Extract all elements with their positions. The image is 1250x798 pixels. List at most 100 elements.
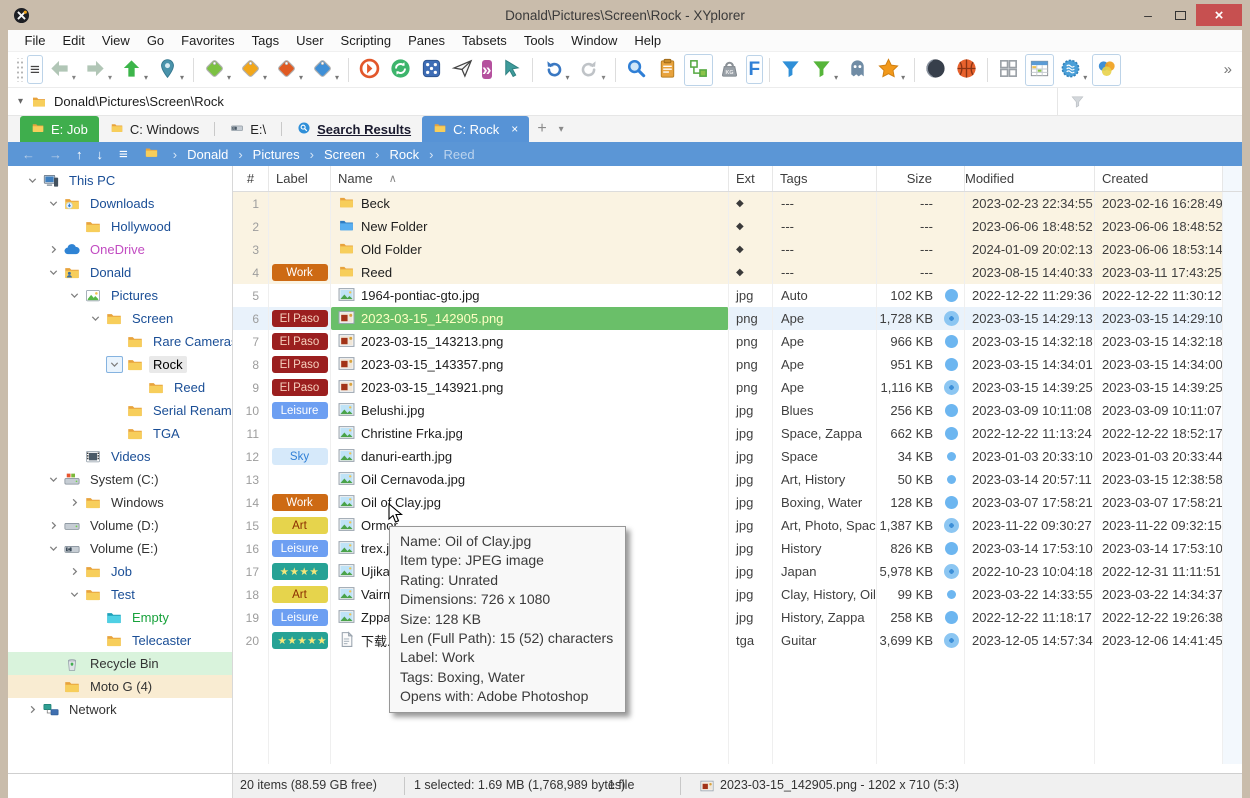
- menu-view[interactable]: View: [93, 31, 138, 50]
- up-button[interactable]: ▾: [117, 54, 151, 86]
- column-header-size[interactable]: Size: [877, 166, 939, 191]
- tree-item-screen[interactable]: Screen: [8, 307, 232, 330]
- column-header-ext[interactable]: Ext: [729, 166, 773, 191]
- maximize-button[interactable]: [1164, 4, 1196, 26]
- address-dropdown-icon[interactable]: ▾: [18, 96, 23, 107]
- tree-item-hollywood[interactable]: Hollywood: [8, 215, 232, 238]
- tree-collapse-icon[interactable]: [43, 267, 63, 278]
- name-cell[interactable]: danuri-earth.jpg: [331, 445, 729, 468]
- favorites-button[interactable]: ▾: [874, 54, 908, 86]
- dark-mode-button[interactable]: [921, 54, 950, 86]
- location-pin-button[interactable]: ▾: [153, 54, 187, 86]
- paste-button[interactable]: [653, 54, 682, 86]
- name-cell[interactable]: 2023-03-15_143357.png: [331, 353, 729, 376]
- file-row[interactable]: 14WorkOil of Clay.jpgjpgBoxing, Water128…: [233, 491, 1242, 514]
- file-row[interactable]: 8El Paso2023-03-15_143357.pngpngApe951 K…: [233, 353, 1242, 376]
- tag-red-button[interactable]: ▾: [272, 54, 306, 86]
- menu-help[interactable]: Help: [626, 31, 670, 50]
- toolbar-overflow-button[interactable]: »: [1224, 61, 1232, 78]
- address-path[interactable]: Donald\Pictures\Screen\Rock: [54, 94, 224, 109]
- tree-collapse-icon[interactable]: [22, 175, 42, 186]
- tree-item-empty[interactable]: Empty: [8, 606, 232, 629]
- name-cell[interactable]: Old Folder: [331, 238, 729, 261]
- breadcrumb-segment[interactable]: Screen: [322, 147, 367, 162]
- file-row[interactable]: 16Leisuretrex.jpgjpgHistory826 KB2023-03…: [233, 537, 1242, 560]
- colors-button[interactable]: [1092, 54, 1121, 86]
- menu-panes[interactable]: Panes: [400, 31, 454, 50]
- menu-user[interactable]: User: [288, 31, 332, 50]
- tag-orange-button[interactable]: ▾: [236, 54, 270, 86]
- column-header-label[interactable]: Label: [269, 166, 331, 191]
- tag-blue-button[interactable]: ▾: [308, 54, 342, 86]
- dropdown-caret-icon[interactable]: ▾: [108, 73, 112, 83]
- tree-item-serial-rename[interactable]: Serial Rename: [8, 399, 232, 422]
- skip-button[interactable]: »: [479, 55, 494, 84]
- close-button[interactable]: ×: [1196, 4, 1242, 26]
- tree-item-volume-e-[interactable]: EVolume (E:): [8, 537, 232, 560]
- tree-item-job[interactable]: Job: [8, 560, 232, 583]
- filter-blue-button[interactable]: [776, 54, 805, 86]
- dropdown-caret-icon[interactable]: ▾: [901, 73, 905, 83]
- refresh-button[interactable]: [386, 54, 415, 86]
- file-row[interactable]: 7El Paso2023-03-15_143213.pngpngApe966 K…: [233, 330, 1242, 353]
- file-row[interactable]: 15ArtOrmorjpgArt, Photo, Space1,387 KB20…: [233, 514, 1242, 537]
- dropdown-caret-icon[interactable]: ▾: [180, 73, 184, 83]
- file-row[interactable]: 6El Paso2023-03-15_142905.pngpngApe1,728…: [233, 307, 1242, 330]
- filter-funnel-icon[interactable]: [1070, 94, 1085, 109]
- name-cell[interactable]: 2023-03-15_143921.png: [331, 376, 729, 399]
- send-button[interactable]: [448, 54, 477, 86]
- random-button[interactable]: [417, 54, 446, 86]
- dropdown-caret-icon[interactable]: ▾: [72, 73, 76, 83]
- file-row[interactable]: 51964-pontiac-gto.jpgjpgAuto102 KB2022-1…: [233, 284, 1242, 307]
- tab-list-button[interactable]: ▾: [555, 116, 568, 142]
- file-row[interactable]: 20★★★★★下载.tgatgaGuitar3,699 KB2023-12-05…: [233, 629, 1242, 652]
- tree-item-tga[interactable]: TGA: [8, 422, 232, 445]
- file-row[interactable]: 10LeisureBelushi.jpgjpgBlues256 KB2023-0…: [233, 399, 1242, 422]
- badge-button[interactable]: ▾: [1056, 54, 1090, 86]
- name-cell[interactable]: Reed: [331, 261, 729, 284]
- tree-view-button[interactable]: [684, 54, 713, 86]
- tree-collapse-icon[interactable]: [64, 589, 84, 600]
- file-row[interactable]: 4WorkReed◆------2023-08-15 14:40:332023-…: [233, 261, 1242, 284]
- forward-button[interactable]: ▾: [81, 54, 115, 86]
- tree-collapse-icon[interactable]: [106, 356, 123, 373]
- tree-item-test[interactable]: Test: [8, 583, 232, 606]
- address-bar[interactable]: ▾ Donald\Pictures\Screen\Rock: [8, 88, 1242, 116]
- file-row[interactable]: 17★★★★UjikawjpgJapan5,978 KB2022-10-23 1…: [233, 560, 1242, 583]
- breadcrumb-segment[interactable]: Rock: [388, 147, 422, 162]
- tree-collapse-icon[interactable]: [43, 198, 63, 209]
- tree-collapse-icon[interactable]: [85, 313, 105, 324]
- name-cell[interactable]: 2023-03-15_143213.png: [331, 330, 729, 353]
- details-view-button[interactable]: [1025, 54, 1054, 86]
- file-row[interactable]: 18ArtVairmejpgClay, History, Oil99 KB202…: [233, 583, 1242, 606]
- breadcrumb-up-icon[interactable]: ↑: [70, 147, 89, 162]
- basketball-button[interactable]: [952, 54, 981, 86]
- menu-favorites[interactable]: Favorites: [173, 31, 243, 50]
- file-row[interactable]: 12Skydanuri-earth.jpgjpgSpace34 KB2023-0…: [233, 445, 1242, 468]
- menu-go[interactable]: Go: [138, 31, 172, 50]
- pointer-button[interactable]: [497, 54, 526, 86]
- panes-button[interactable]: [994, 54, 1023, 86]
- menu-edit[interactable]: Edit: [54, 31, 93, 50]
- dropdown-caret-icon[interactable]: ▾: [1083, 73, 1087, 83]
- tree-item-downloads[interactable]: Downloads: [8, 192, 232, 215]
- name-cell[interactable]: 2023-03-15_142905.png: [331, 307, 729, 330]
- file-row[interactable]: 13Oil Cernavoda.jpgjpgArt, History50 KB2…: [233, 468, 1242, 491]
- tree-item-videos[interactable]: Videos: [8, 445, 232, 468]
- tree-expand-icon[interactable]: [64, 566, 84, 577]
- ghost-filter-button[interactable]: [843, 54, 872, 86]
- tree-expand-icon[interactable]: [43, 244, 63, 255]
- redo-button[interactable]: ▾: [575, 54, 609, 86]
- dropdown-caret-icon[interactable]: ▾: [263, 73, 267, 83]
- dropdown-caret-icon[interactable]: ▾: [602, 73, 606, 83]
- name-cell[interactable]: Belushi.jpg: [331, 399, 729, 422]
- tree-collapse-icon[interactable]: [43, 474, 63, 485]
- tree-item-network[interactable]: Network: [8, 698, 232, 721]
- tab-c-rock[interactable]: C: Rock×: [422, 116, 529, 142]
- tree-collapse-icon[interactable]: [43, 543, 63, 554]
- tab-e-[interactable]: EE:\: [219, 116, 277, 142]
- breadcrumb-down-icon[interactable]: ↓: [91, 147, 110, 162]
- menu-tags[interactable]: Tags: [243, 31, 287, 50]
- breadcrumb-segment[interactable]: Donald: [185, 147, 230, 162]
- file-row[interactable]: 9El Paso2023-03-15_143921.pngpngApe1,116…: [233, 376, 1242, 399]
